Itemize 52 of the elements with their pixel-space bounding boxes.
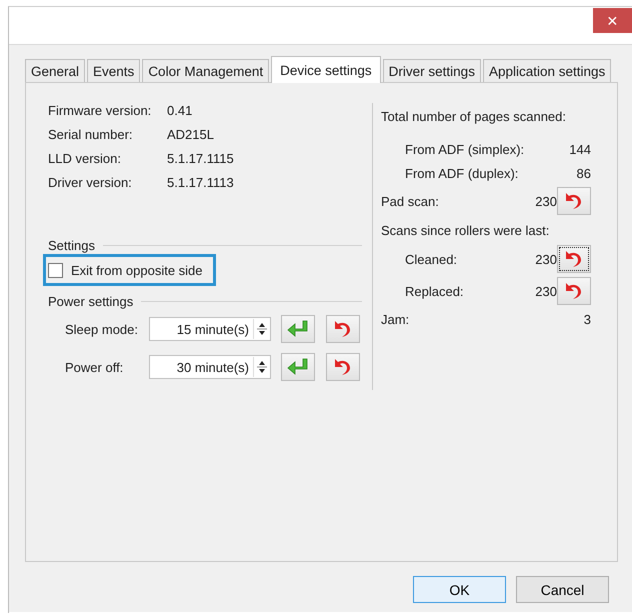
tab[interactable]: General xyxy=(25,59,86,82)
counter-value: 230 xyxy=(535,252,557,266)
close-button[interactable]: ✕ xyxy=(593,8,632,33)
undo-arrow-icon xyxy=(333,319,353,339)
undo-arrow-icon xyxy=(564,281,584,301)
tab[interactable]: Color Management xyxy=(142,59,270,82)
group-title: Settings xyxy=(48,238,95,252)
info-label: LLD version: xyxy=(48,151,122,167)
undo-arrow-icon xyxy=(333,357,353,377)
counter-label: Cleaned: xyxy=(405,252,458,266)
spin-field[interactable]: 30 minute(s) xyxy=(149,355,271,379)
tab[interactable]: Driver settings xyxy=(382,59,481,82)
section-heading: Scans since rollers were last: xyxy=(381,222,550,238)
power-label: Power off: xyxy=(65,360,124,374)
enter-arrow-icon xyxy=(286,320,310,338)
counter-label: Pad scan: xyxy=(381,194,440,208)
info-value: 5.1.17.1115 xyxy=(167,151,235,167)
power-label: Sleep mode: xyxy=(65,322,139,336)
apply-button[interactable] xyxy=(281,353,315,381)
dialog-button[interactable]: OK xyxy=(413,576,506,603)
counter-value: 3 xyxy=(584,312,591,326)
undo-arrow-icon xyxy=(564,191,584,211)
checkbox[interactable] xyxy=(48,262,63,278)
dialog-button[interactable]: Cancel xyxy=(516,576,609,603)
checkbox-option[interactable]: Exit from opposite side xyxy=(43,254,216,286)
spin-field[interactable]: 15 minute(s) xyxy=(149,317,271,341)
checkbox-label: Exit from opposite side xyxy=(71,262,203,278)
apply-button[interactable] xyxy=(281,315,315,343)
undo-arrow-icon xyxy=(564,249,584,269)
info-label: Serial number: xyxy=(48,127,134,143)
spin-arrows-icon[interactable] xyxy=(253,357,270,377)
spin-arrows-icon[interactable] xyxy=(253,319,270,339)
counter-label: From ADF (duplex): xyxy=(405,166,520,180)
tab[interactable]: Events xyxy=(87,59,140,82)
counter-value: 230 xyxy=(535,194,557,208)
info-value: 5.1.17.1113 xyxy=(167,175,235,191)
info-value: AD215L xyxy=(167,127,215,143)
counter-value: 86 xyxy=(576,166,591,180)
section-heading: Total number of pages scanned: xyxy=(381,108,566,124)
tab[interactable]: Device settings xyxy=(271,56,381,83)
tab[interactable]: Application settings xyxy=(482,59,612,82)
counter-value: 144 xyxy=(569,142,591,156)
counter-value: 230 xyxy=(535,284,557,298)
info-label: Firmware version: xyxy=(48,103,152,119)
counter-label: Replaced: xyxy=(405,284,465,298)
reset-button[interactable] xyxy=(557,245,591,273)
counter-label: From ADF (simplex): xyxy=(405,142,526,156)
counter-label: Jam: xyxy=(381,312,410,326)
info-value: 0.41 xyxy=(167,103,194,119)
group-title: Power settings xyxy=(48,294,134,308)
enter-arrow-icon xyxy=(286,358,310,376)
info-label: Driver version: xyxy=(48,175,133,191)
